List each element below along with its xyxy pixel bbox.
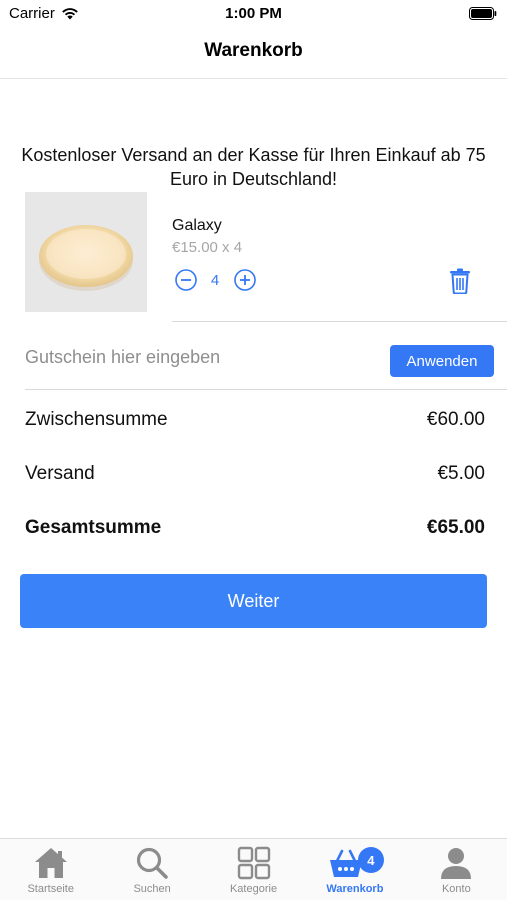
person-icon — [441, 848, 472, 879]
tab-account[interactable]: Konto — [406, 839, 507, 900]
lamp-image — [39, 225, 133, 291]
total-row: Gesamtsumme €65.00 — [25, 517, 485, 539]
coupon-divider — [25, 389, 507, 390]
status-bar: Carrier 1:00 PM — [0, 0, 507, 30]
tab-search[interactable]: Suchen — [101, 839, 202, 900]
shipping-row: Versand €5.00 — [25, 463, 485, 485]
clock: 1:00 PM — [225, 5, 282, 22]
tab-cart[interactable]: 4 Warenkorb — [304, 839, 405, 900]
cart-count-badge: 4 — [357, 847, 384, 873]
total-value: €65.00 — [426, 517, 485, 538]
product-name[interactable]: Galaxy — [172, 217, 222, 235]
battery-icon — [469, 7, 497, 20]
product-image[interactable] — [25, 192, 147, 312]
tab-label: Warenkorb — [326, 883, 384, 895]
shipping-value: €5.00 — [437, 463, 485, 484]
tab-label: Konto — [441, 883, 471, 895]
subtotal-value: €60.00 — [426, 409, 485, 430]
tab-label: Kategorie — [229, 883, 278, 895]
item-divider — [172, 321, 507, 322]
tab-label: Startseite — [27, 883, 74, 895]
home-icon — [34, 848, 67, 878]
grid-icon — [237, 846, 270, 880]
subtotal-row: Zwischensumme €60.00 — [25, 409, 485, 431]
trash-icon[interactable] — [449, 268, 471, 294]
tab-category[interactable]: Kategorie — [203, 839, 304, 900]
tab-bar: Startseite Suchen Kategorie 4 Warenkorb … — [0, 838, 507, 900]
shipping-banner: Kostenloser Versand an der Kasse für Ihr… — [21, 145, 486, 189]
subtotal-label: Zwischensumme — [25, 409, 168, 430]
quantity-value: 4 — [210, 272, 220, 289]
nav-divider — [0, 78, 507, 79]
shipping-label: Versand — [25, 463, 95, 484]
tab-home[interactable]: Startseite — [0, 839, 101, 900]
decrease-quantity-icon[interactable] — [175, 269, 197, 291]
page-title: Warenkorb — [204, 40, 303, 61]
coupon-input[interactable] — [25, 342, 375, 372]
continue-button[interactable]: Weiter — [20, 574, 487, 628]
product-price: €15.00 x 4 — [172, 239, 243, 256]
total-label: Gesamtsumme — [25, 517, 162, 538]
apply-coupon-button[interactable]: Anwenden — [390, 345, 494, 377]
tab-label: Suchen — [133, 883, 171, 895]
search-icon — [137, 847, 168, 879]
increase-quantity-icon[interactable] — [234, 269, 256, 291]
